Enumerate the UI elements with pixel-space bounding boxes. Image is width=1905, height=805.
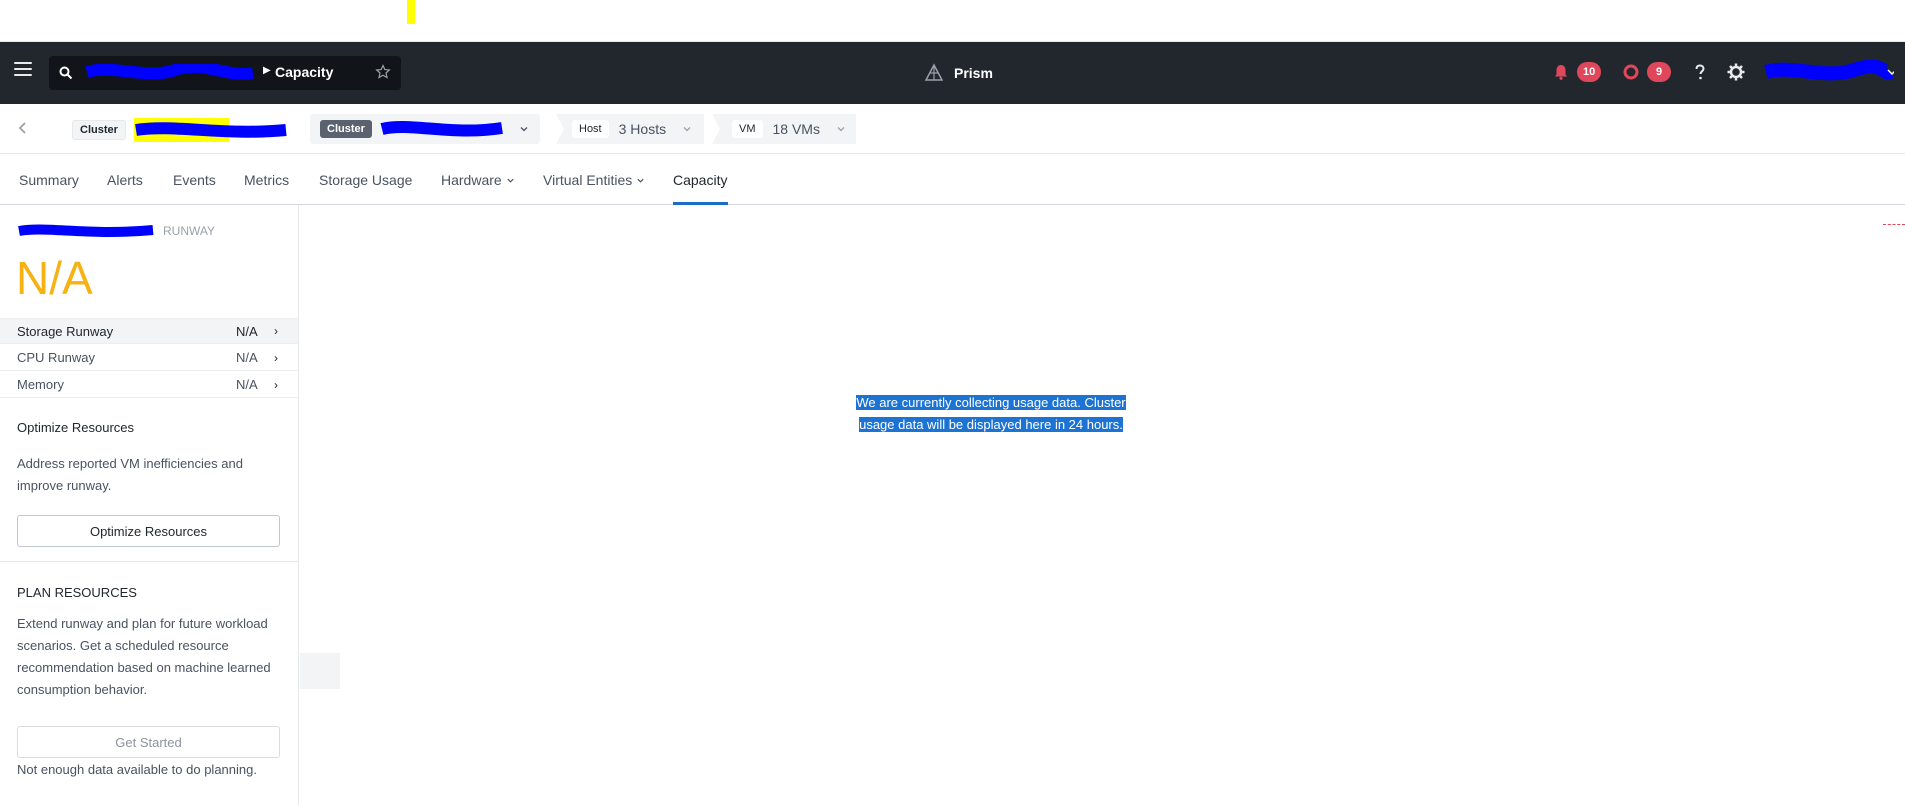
top-header: ▶ Capacity Prism 10 9	[0, 42, 1905, 104]
menu-icon[interactable]	[14, 62, 32, 76]
storage-runway-row[interactable]: Storage Runway N/A ›	[0, 318, 298, 344]
message-line-1: We are currently collecting usage data. …	[856, 395, 1126, 410]
runway-header: RUNWAY	[17, 224, 215, 238]
tab-bar: Summary Alerts Events Metrics Storage Us…	[0, 155, 1905, 205]
tab-metrics[interactable]: Metrics	[244, 171, 289, 189]
tab-label: Hardware	[441, 172, 502, 188]
user-menu[interactable]	[1764, 60, 1894, 84]
cpu-runway-row[interactable]: CPU Runway N/A ›	[0, 345, 298, 371]
cluster-selector-label: Cluster	[320, 120, 372, 138]
chevron-down-icon	[637, 178, 644, 183]
plan-resources-title: PLAN RESOURCES	[17, 585, 137, 600]
host-type-label: Host	[572, 120, 609, 138]
tab-label: Summary	[19, 172, 79, 188]
tab-label: Alerts	[107, 172, 143, 188]
search-input[interactable]: ▶ Capacity	[49, 56, 401, 90]
tab-label: Metrics	[244, 172, 290, 188]
chevron-down-icon	[520, 127, 528, 132]
chevron-right-icon: ›	[274, 377, 278, 392]
brand: Prism	[924, 61, 993, 85]
tab-events[interactable]: Events	[173, 171, 216, 189]
breadcrumb-arrow-icon: ▶	[263, 65, 271, 76]
tab-summary[interactable]: Summary	[19, 171, 79, 189]
help-button[interactable]	[1690, 60, 1710, 84]
top-blank-strip	[0, 0, 1905, 42]
highlight-mark	[407, 0, 415, 24]
redacted-scribble	[85, 64, 255, 80]
tab-label: Capacity	[673, 172, 728, 188]
row-value: N/A	[236, 323, 258, 339]
gear-icon	[1727, 63, 1745, 81]
runway-value: N/A	[16, 252, 93, 304]
chevron-right-icon: ›	[274, 350, 278, 365]
chevron-right-icon: ›	[274, 324, 278, 338]
vm-selector[interactable]: VM 18 VMs	[712, 114, 856, 144]
get-started-button[interactable]: Get Started	[17, 726, 280, 758]
planning-note: Not enough data available to do planning…	[17, 762, 257, 777]
back-arrow-icon[interactable]	[16, 120, 30, 136]
host-count: 3 Hosts	[618, 121, 667, 137]
search-icon	[59, 66, 73, 80]
cluster-entity[interactable]: Cluster	[72, 118, 287, 142]
bell-icon	[1555, 65, 1567, 80]
tab-label: Storage Usage	[319, 172, 413, 188]
collecting-data-message: We are currently collecting usage data. …	[846, 392, 1136, 436]
section-divider	[0, 561, 298, 562]
optimize-title: Optimize Resources	[17, 420, 135, 435]
row-label: Memory	[17, 377, 64, 392]
active-tab-indicator	[673, 202, 728, 205]
vm-type-label: VM	[732, 120, 763, 138]
plan-resources-description: Extend runway and plan for future worklo…	[17, 616, 271, 697]
tab-storage-usage[interactable]: Storage Usage	[319, 171, 412, 189]
search-breadcrumb: Capacity	[275, 64, 334, 80]
ring-icon	[1623, 64, 1639, 80]
cluster-selector[interactable]: Cluster	[310, 114, 540, 144]
optimize-resources-button[interactable]: Optimize Resources	[17, 515, 280, 547]
tab-label: Events	[173, 172, 216, 188]
tab-alerts[interactable]: Alerts	[107, 171, 143, 189]
entity-breadcrumb-bar: Cluster Cluster Host 3 Hosts VM 18 VMs	[0, 104, 1905, 154]
prism-logo-icon	[924, 63, 944, 81]
alerts-count-badge: 10	[1577, 62, 1602, 82]
events-button[interactable]: 9	[1621, 60, 1671, 84]
tab-capacity[interactable]: Capacity	[673, 171, 727, 189]
alerts-button[interactable]: 10	[1551, 60, 1602, 84]
chevron-down-icon	[507, 178, 514, 183]
row-label: Storage Runway	[17, 323, 114, 339]
settings-button[interactable]	[1726, 60, 1746, 84]
row-label: CPU Runway	[17, 350, 96, 365]
chevron-down-icon	[837, 127, 845, 132]
row-value: N/A	[236, 377, 258, 392]
runway-title: RUNWAY	[163, 224, 215, 238]
brand-name: Prism	[954, 65, 993, 81]
tab-label: Virtual Entities	[543, 172, 633, 188]
host-selector[interactable]: Host 3 Hosts	[556, 114, 704, 144]
cluster-type-label: Cluster	[72, 120, 126, 140]
row-value: N/A	[236, 350, 258, 365]
message-line-2: usage data will be displayed here in 24 …	[859, 417, 1123, 432]
optimize-description: Address reported VM inefficiencies and i…	[17, 456, 243, 493]
tab-virtual-entities[interactable]: Virtual Entities	[543, 171, 645, 189]
threshold-line	[1883, 224, 1905, 226]
redacted-scribble	[18, 224, 154, 237]
capacity-sidebar: RUNWAY N/A Storage Runway N/A › CPU Runw…	[0, 205, 299, 805]
help-icon	[1695, 64, 1705, 80]
chevron-down-icon	[683, 127, 691, 132]
cluster-name-highlight	[133, 118, 287, 142]
redacted-scribble	[134, 122, 287, 138]
star-icon[interactable]	[375, 64, 391, 80]
vm-count: 18 VMs	[772, 121, 820, 137]
events-count-badge: 9	[1647, 62, 1671, 82]
tab-hardware[interactable]: Hardware	[441, 171, 515, 189]
redacted-scribble	[380, 121, 503, 137]
memory-row[interactable]: Memory N/A ›	[0, 372, 298, 398]
panel-resize-handle[interactable]	[300, 653, 340, 689]
